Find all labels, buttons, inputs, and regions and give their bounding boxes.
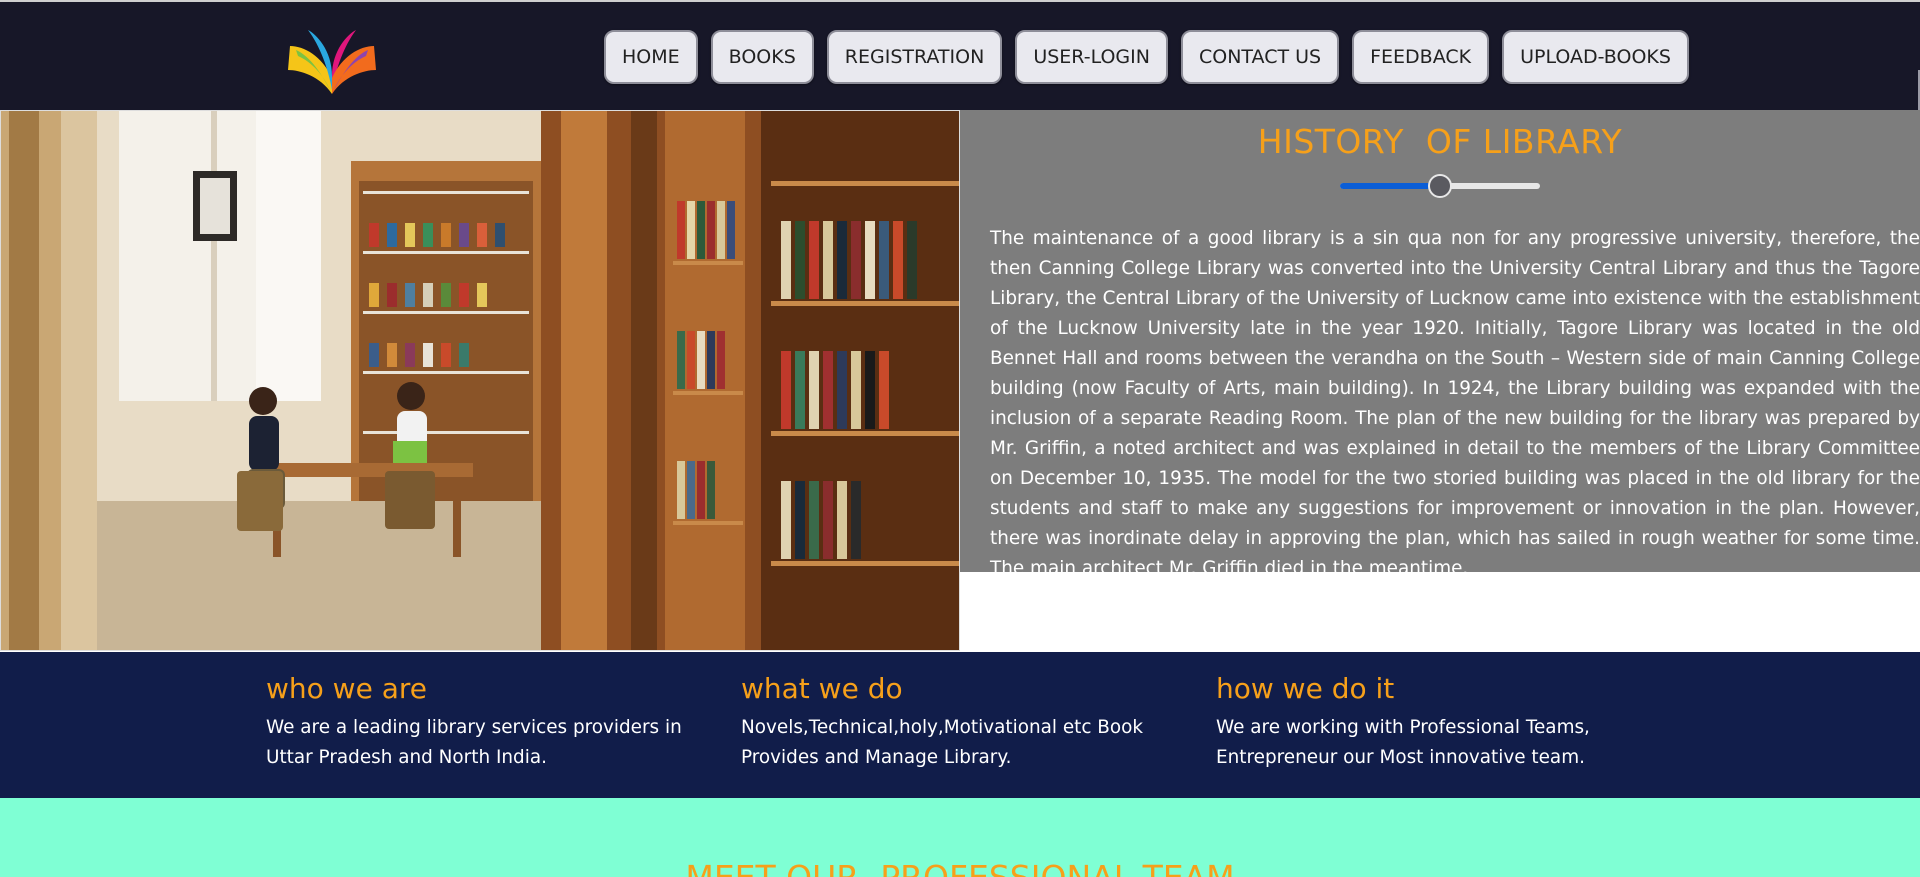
- what-we-do-heading: what we do: [741, 672, 903, 705]
- nav-upload-books-button[interactable]: UPLOAD-BOOKS: [1502, 30, 1689, 84]
- nav-feedback-button[interactable]: FEEDBACK: [1352, 30, 1490, 84]
- main-nav: HOME BOOKS REGISTRATION USER-LOGIN CONTA…: [604, 30, 1689, 86]
- what-we-do-section: what we do Novels,Technical,holy,Motivat…: [741, 672, 1161, 773]
- team-section: MEET OUR PROFESSIONAL TEAM: [0, 798, 1920, 877]
- nav-books-button[interactable]: BOOKS: [710, 30, 814, 84]
- how-we-do-it-text: We are working with Professional Teams, …: [1216, 717, 1590, 768]
- team-title: MEET OUR PROFESSIONAL TEAM: [0, 858, 1920, 877]
- how-we-do-it-heading: how we do it: [1216, 672, 1395, 705]
- history-slider[interactable]: [1340, 174, 1540, 198]
- slider-fill: [1340, 183, 1440, 189]
- how-we-do-it-section: how we do it We are working with Profess…: [1216, 672, 1636, 773]
- book-logo-icon[interactable]: [286, 16, 378, 98]
- history-text: The maintenance of a good library is a s…: [990, 228, 1920, 572]
- nav-registration-button[interactable]: REGISTRATION: [826, 30, 1003, 84]
- nav-user-login-button[interactable]: USER-LOGIN: [1015, 30, 1168, 84]
- who-we-are-section: who we are We are a leading library serv…: [266, 672, 686, 773]
- history-panel: HISTORY OF LIBRARY The maintenance of a …: [960, 110, 1920, 572]
- who-we-are-text: We are a leading library services provid…: [266, 717, 682, 768]
- slider-thumb[interactable]: [1428, 174, 1452, 198]
- library-photo: [0, 110, 960, 651]
- nav-contact-us-button[interactable]: CONTACT US: [1180, 30, 1340, 84]
- nav-home-button[interactable]: HOME: [604, 30, 698, 84]
- history-title: HISTORY OF LIBRARY: [1257, 122, 1623, 161]
- top-navbar: HOME BOOKS REGISTRATION USER-LOGIN CONTA…: [0, 0, 1920, 112]
- who-we-are-heading: who we are: [266, 672, 427, 705]
- what-we-do-text: Novels,Technical,holy,Motivational etc B…: [741, 717, 1144, 768]
- info-band: who we are We are a leading library serv…: [0, 652, 1920, 798]
